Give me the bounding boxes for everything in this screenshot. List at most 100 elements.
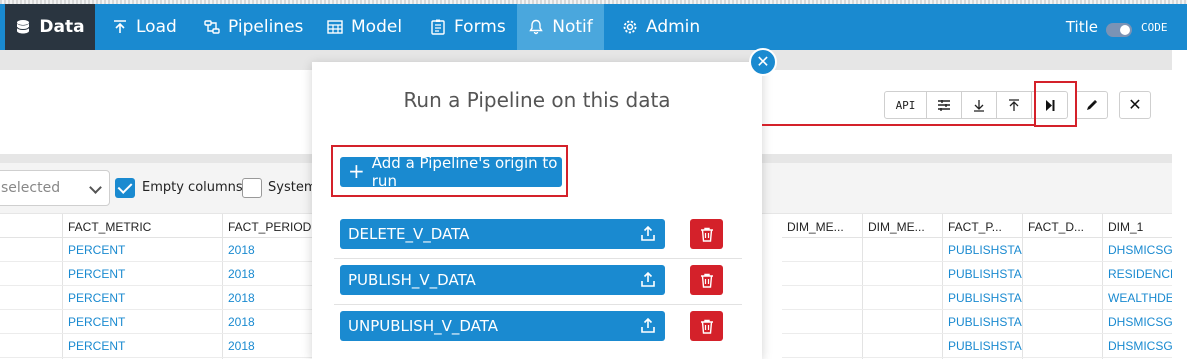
edit-button[interactable] (1075, 91, 1108, 119)
modal-close-button[interactable]: ✕ (749, 48, 777, 76)
nav-item-load[interactable]: Load (112, 4, 177, 50)
nav-item-pipelines[interactable]: Pipelines (204, 4, 303, 50)
grid-cell[interactable]: DHSMICSGI (1103, 238, 1172, 262)
nav-item-model[interactable]: Model (327, 4, 402, 50)
grid-cell[interactable]: PERCENT (63, 262, 223, 286)
database-icon (16, 20, 30, 34)
trash-icon (700, 319, 713, 334)
grid-cell[interactable]: WEALTHDE (1103, 286, 1172, 310)
nav-label: Notif (552, 17, 593, 37)
download-icon (974, 99, 984, 112)
columns-button[interactable] (927, 92, 962, 118)
nav-item-notif[interactable]: Notif (517, 4, 604, 50)
columns-icon (938, 100, 950, 111)
add-pipeline-origin-button[interactable]: + Add a Pipeline's origin to run (340, 154, 562, 190)
data-toolbar: API (884, 91, 1068, 119)
grid-cell[interactable]: PERCENT (63, 286, 223, 310)
title-code-toggle[interactable] (1106, 23, 1132, 37)
column-select-value: selected (1, 180, 61, 196)
grid-cell[interactable] (1023, 238, 1103, 262)
grid-cell[interactable] (863, 286, 943, 310)
grid-cell[interactable] (1023, 262, 1103, 286)
pipeline-delete-button[interactable] (690, 265, 723, 295)
system-label: System (268, 180, 317, 195)
nav-label: Forms (454, 17, 506, 37)
share-upload-icon (641, 271, 655, 287)
grid-cell[interactable]: DHSMICSGI (1103, 310, 1172, 334)
grid-cell[interactable] (1023, 286, 1103, 310)
nav-item-data[interactable]: Data (5, 4, 95, 50)
grid-header[interactable]: DIM_ME... (863, 214, 943, 238)
nav-label: Data (39, 17, 85, 37)
grid-cell[interactable]: PUBLISHSTA (943, 238, 1023, 262)
grid-cell[interactable]: PUBLISHSTA (943, 286, 1023, 310)
grid-cell[interactable]: PERCENT (63, 310, 223, 334)
grid-header[interactable] (0, 214, 63, 238)
grid-cell[interactable]: PERCENT (63, 334, 223, 358)
system-checkbox[interactable] (242, 178, 262, 198)
close-data-button[interactable]: ✕ (1119, 91, 1151, 119)
grid-cell[interactable] (0, 262, 63, 286)
grid-header[interactable]: FACT_PERIOD (223, 214, 313, 238)
nav-item-forms[interactable]: Forms (430, 4, 506, 50)
api-button[interactable]: API (885, 92, 927, 118)
download-button[interactable] (962, 92, 997, 118)
grid-cell[interactable]: 2018 (223, 262, 313, 286)
add-pipeline-label: Add a Pipeline's origin to run (371, 154, 558, 190)
nav-label: Load (136, 17, 177, 37)
pipeline-run-button[interactable]: UNPUBLISH_V_DATA (340, 311, 665, 341)
grid-cell[interactable] (863, 310, 943, 334)
grid-header[interactable]: DIM_ME... (782, 214, 863, 238)
main-navbar: Data Load Pipelines Model Forms Notif Ad… (0, 4, 1187, 50)
grid-cell[interactable] (0, 238, 63, 262)
grid-cell[interactable]: PUBLISHSTA (943, 262, 1023, 286)
grid-cell[interactable]: PUBLISHSTA (943, 334, 1023, 358)
pipeline-delete-button[interactable] (690, 219, 723, 249)
grid-header[interactable]: DIM_1 (1103, 214, 1172, 238)
run-pipeline-button[interactable] (1032, 92, 1067, 118)
upload-icon (114, 20, 126, 33)
close-icon: ✕ (1128, 97, 1142, 114)
pipeline-row-divider (334, 304, 742, 305)
form-icon (431, 19, 445, 35)
grid-cell[interactable] (0, 334, 63, 358)
grid-cell[interactable]: 2018 (223, 310, 313, 334)
grid-cell[interactable] (863, 334, 943, 358)
grid-header[interactable]: FACT_P... (943, 214, 1023, 238)
toggle-knob (1120, 25, 1130, 35)
empty-columns-checkbox[interactable] (115, 178, 135, 198)
modal-title: Run a Pipeline on this data (403, 88, 671, 112)
grid-cell[interactable] (1023, 334, 1103, 358)
share-upload-icon (641, 225, 655, 241)
grid-cell[interactable]: 2018 (223, 334, 313, 358)
grid-cell[interactable]: PERCENT (63, 238, 223, 262)
grid-cell[interactable] (782, 310, 863, 334)
grid-header[interactable]: FACT_METRIC (63, 214, 223, 238)
upload-button[interactable] (997, 92, 1032, 118)
grid-cell[interactable] (782, 238, 863, 262)
grid-cell[interactable]: 2018 (223, 286, 313, 310)
chevron-down-icon (89, 181, 102, 194)
grid-cell[interactable] (863, 262, 943, 286)
grid-cell[interactable] (782, 334, 863, 358)
grid-cell[interactable] (0, 310, 63, 334)
grid-header[interactable]: FACT_D... (1023, 214, 1103, 238)
pipeline-run-button[interactable]: DELETE_V_DATA (340, 219, 665, 249)
grid-cell[interactable] (782, 286, 863, 310)
share-upload-icon (641, 317, 655, 333)
grid-cell[interactable] (0, 286, 63, 310)
table-icon (327, 20, 343, 34)
grid-cell[interactable]: RESIDENCE (1103, 262, 1172, 286)
grid-cell[interactable] (782, 262, 863, 286)
grid-cell[interactable]: PUBLISHSTA (943, 310, 1023, 334)
grid-cell[interactable]: 2018 (223, 238, 313, 262)
grid-cell[interactable] (863, 238, 943, 262)
upload-icon (1009, 98, 1019, 111)
pipeline-delete-button[interactable] (690, 311, 723, 341)
page-scrollbar-track[interactable] (1172, 50, 1187, 359)
grid-cell[interactable] (1023, 310, 1103, 334)
pipeline-run-button[interactable]: PUBLISH_V_DATA (340, 265, 665, 295)
column-select[interactable]: selected (0, 170, 110, 206)
grid-cell[interactable]: DHSMICSGI (1103, 334, 1172, 358)
nav-item-admin[interactable]: Admin (622, 4, 700, 50)
